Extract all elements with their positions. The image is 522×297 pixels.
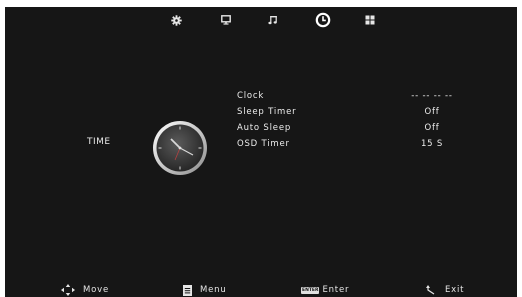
tv-osd-screen: TIME Clock -- -- -- -- Sleep Timer Off A… <box>5 7 517 297</box>
enter-key-icon: ENTER <box>301 286 320 294</box>
menu-item-auto-sleep[interactable]: Auto Sleep Off <box>237 122 467 138</box>
hint-move-label: Move <box>83 285 109 295</box>
hint-exit-label: Exit <box>445 285 465 295</box>
clock-icon <box>315 12 331 28</box>
hint-move: Move <box>61 283 109 297</box>
arrows-icon <box>61 284 75 296</box>
section-title: TIME <box>87 137 111 147</box>
gear-icon <box>170 14 182 26</box>
menu-doc-icon <box>183 284 192 296</box>
hint-exit: Exit <box>425 283 464 297</box>
menu-item-value: Off <box>424 123 440 133</box>
tab-sound[interactable] <box>264 11 282 29</box>
menu-item-sleep-timer[interactable]: Sleep Timer Off <box>237 106 467 122</box>
return-icon <box>426 284 435 294</box>
time-settings-menu: Clock -- -- -- -- Sleep Timer Off Auto S… <box>237 90 467 154</box>
tab-picture[interactable] <box>167 11 185 29</box>
key-hint-bar: Move Menu ENTER Enter Exit <box>5 283 517 297</box>
menu-item-label: Clock <box>237 91 265 101</box>
menu-item-label: OSD Timer <box>237 139 290 149</box>
menu-item-value: Off <box>424 107 440 117</box>
tab-time[interactable] <box>314 11 332 29</box>
hint-enter-label: Enter <box>322 285 350 295</box>
menu-item-osd-timer[interactable]: OSD Timer 15 S <box>237 138 467 154</box>
music-note-icon <box>268 16 277 25</box>
grid-icon <box>365 15 375 25</box>
menu-tab-bar <box>5 7 517 33</box>
menu-item-label: Sleep Timer <box>237 107 297 117</box>
menu-item-clock[interactable]: Clock -- -- -- -- <box>237 90 467 106</box>
tab-option[interactable] <box>361 11 379 29</box>
hint-menu: Menu <box>183 283 227 297</box>
menu-item-label: Auto Sleep <box>237 123 292 133</box>
menu-item-value: 15 S <box>420 139 444 149</box>
hint-enter: ENTER Enter <box>301 283 349 297</box>
tab-screen[interactable] <box>217 11 235 29</box>
analog-clock-icon <box>153 121 207 175</box>
hint-menu-label: Menu <box>200 285 227 295</box>
menu-item-value: -- -- -- -- <box>411 91 453 101</box>
monitor-icon <box>221 15 231 25</box>
